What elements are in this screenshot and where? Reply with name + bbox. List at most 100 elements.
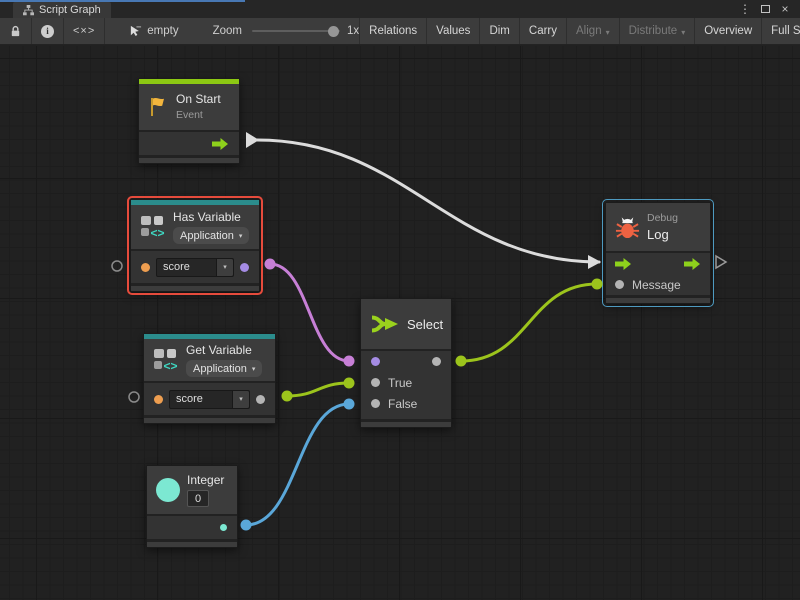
node-header: On Start Event <box>139 84 239 130</box>
variable-scope-value: Application <box>193 363 247 375</box>
true-input-port[interactable] <box>371 378 380 387</box>
zoom-value: 1x <box>347 25 359 37</box>
chevron-down-icon: ▾ <box>239 231 243 240</box>
node-title: Log <box>647 227 678 242</box>
select-icon <box>371 314 400 334</box>
variable-scope-dropdown[interactable]: Application ▾ <box>173 227 249 244</box>
node-title: On Start <box>176 92 221 107</box>
variable-name-field[interactable]: score ▾ <box>169 390 250 409</box>
svg-text:<>: <> <box>151 226 165 239</box>
tab-bar: Script Graph ⋮ × <box>0 0 800 18</box>
trigger-output-port[interactable] <box>212 138 229 150</box>
chevron-down-icon: ▾ <box>606 26 610 37</box>
node-debug-log[interactable]: Debug Log Message <box>605 202 711 304</box>
variable-name-input-port[interactable] <box>141 263 150 272</box>
zoom-slider-knob[interactable] <box>328 26 339 37</box>
true-port-label: True <box>388 376 412 390</box>
node-header: Integer 0 <box>147 466 237 514</box>
align-dropdown-button[interactable]: Align▾ <box>566 18 619 44</box>
lock-button[interactable] <box>0 18 32 44</box>
zoom-label: Zoom <box>213 25 242 37</box>
node-header: <> Has Variable Application ▾ <box>131 205 259 249</box>
zoom-control: Zoom 1x <box>213 25 360 37</box>
dim-button[interactable]: Dim <box>479 18 518 44</box>
integer-value-field[interactable]: 0 <box>187 490 209 507</box>
node-title: Select <box>407 317 443 332</box>
trigger-input-port[interactable] <box>615 258 632 270</box>
variable-name-field[interactable]: score ▾ <box>156 258 234 277</box>
selection-output-port[interactable] <box>432 357 441 366</box>
relation-cursor-icon <box>129 25 142 38</box>
node-header: Debug Log <box>606 203 710 251</box>
overview-button[interactable]: Overview <box>694 18 761 44</box>
bug-icon <box>615 214 640 240</box>
node-body <box>147 514 237 539</box>
node-body: True False <box>361 349 451 419</box>
chevron-down-icon: ▾ <box>252 364 256 373</box>
variable-name-input-port[interactable] <box>154 395 163 404</box>
graph-hierarchy-icon <box>23 5 34 16</box>
selection-status: empty <box>129 25 178 38</box>
variables-icon: <> <box>140 215 166 239</box>
variable-name-value: score <box>170 391 232 408</box>
toolbar-button-group: Relations Values Dim Carry Align▾ Distri… <box>359 18 800 44</box>
values-button[interactable]: Values <box>426 18 479 44</box>
node-title: Has Variable <box>173 210 249 225</box>
node-on-start[interactable]: On Start Event <box>138 78 240 164</box>
trigger-output-port[interactable] <box>684 258 701 270</box>
inspect-button[interactable]: i <box>32 18 64 44</box>
variable-name-value: score <box>157 259 216 276</box>
node-body: Message <box>606 251 710 295</box>
node-body <box>139 130 239 155</box>
node-footer <box>131 283 259 291</box>
node-select[interactable]: Select True False <box>360 298 452 428</box>
node-has-variable[interactable]: <> Has Variable Application ▾ score ▾ <box>130 199 260 292</box>
info-icon: i <box>41 25 54 38</box>
chevron-down-icon: ▾ <box>223 263 227 271</box>
message-port-label: Message <box>632 278 681 292</box>
carry-button[interactable]: Carry <box>519 18 566 44</box>
false-input-port[interactable] <box>371 399 380 408</box>
script-graph-window: Script Graph ⋮ × i <×> empty Zoom <box>0 0 800 600</box>
field-dropdown-button[interactable]: ▾ <box>216 259 233 276</box>
tab-script-graph[interactable]: Script Graph <box>13 2 111 18</box>
node-footer <box>606 295 710 303</box>
node-body: score ▾ <box>131 249 259 283</box>
variable-scope-dropdown[interactable]: Application ▾ <box>186 360 262 377</box>
node-header: Select <box>361 299 451 349</box>
code-icon: <×> <box>73 25 95 37</box>
node-title: Integer <box>187 473 224 488</box>
node-subtitle: Debug <box>647 212 678 225</box>
node-footer <box>139 155 239 163</box>
result-output-port[interactable] <box>240 263 249 272</box>
focus-accent-line <box>0 0 245 2</box>
field-dropdown-button[interactable]: ▾ <box>232 391 249 408</box>
node-body: score ▾ <box>144 381 275 415</box>
graph-toolbar: i <×> empty Zoom 1x Relations Values Dim… <box>0 18 800 45</box>
lock-icon <box>9 25 22 38</box>
node-footer <box>147 539 237 547</box>
svg-text:<>: <> <box>164 359 178 372</box>
relations-button[interactable]: Relations <box>359 18 426 44</box>
variables-icon: <> <box>153 348 179 372</box>
condition-input-port[interactable] <box>371 357 380 366</box>
node-subtitle: Event <box>176 109 221 122</box>
close-icon[interactable]: × <box>778 0 792 18</box>
node-header: <> Get Variable Application ▾ <box>144 339 275 381</box>
integer-output-port[interactable] <box>220 524 227 531</box>
integer-type-icon <box>156 478 180 502</box>
window-menu-icon[interactable]: ⋮ <box>738 0 752 18</box>
flag-icon <box>148 96 169 118</box>
window-controls: ⋮ × <box>738 0 800 18</box>
node-title: Get Variable <box>186 343 262 358</box>
distribute-dropdown-button[interactable]: Distribute▾ <box>619 18 695 44</box>
message-input-port[interactable] <box>615 280 624 289</box>
maximize-icon[interactable] <box>758 0 772 18</box>
code-view-button[interactable]: <×> <box>64 18 105 44</box>
node-integer[interactable]: Integer 0 <box>146 465 238 548</box>
value-output-port[interactable] <box>256 395 265 404</box>
full-screen-button[interactable]: Full Screen <box>761 18 800 44</box>
chevron-down-icon: ▾ <box>239 395 243 403</box>
zoom-slider[interactable] <box>252 30 340 32</box>
node-get-variable[interactable]: <> Get Variable Application ▾ score ▾ <box>143 333 276 424</box>
